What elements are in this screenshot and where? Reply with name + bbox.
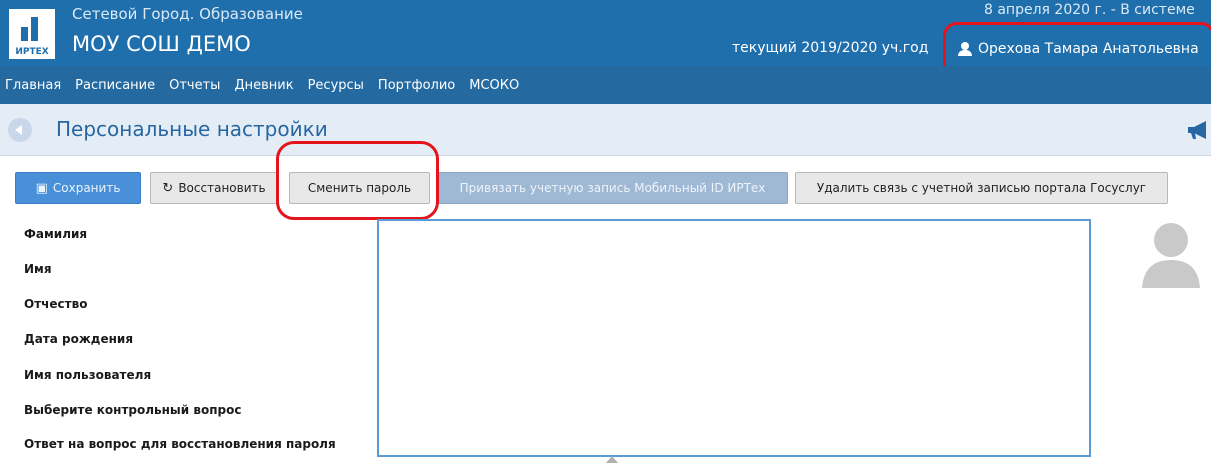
remove-gosuslugi-link-button[interactable]: Удалить связь с учетной записью портала … [795,172,1168,204]
restore-button[interactable]: ↻ Восстановить [150,172,278,204]
megaphone-icon[interactable] [1186,119,1211,141]
label-last-name: Фамилия [24,227,88,241]
page-header: Персональные настройки [0,104,1211,156]
nav-item-schedule[interactable]: Расписание [75,78,155,93]
nav-item-reports[interactable]: Отчеты [169,78,220,93]
link-mobile-id-label: Привязать учетную запись Мобильный ID ИР… [459,181,766,195]
nav-item-home[interactable]: Главная [5,78,61,93]
irtech-logo[interactable]: ИРТЕХ [9,9,55,59]
school-name: МОУ СОШ ДЕМО [72,32,251,56]
label-security-question: Выберите контрольный вопрос [24,403,242,417]
change-password-highlight-annotation [276,141,439,220]
academic-year[interactable]: текущий 2019/2020 уч.год [732,40,928,56]
label-security-answer: Ответ на вопрос для восстановления парол… [24,437,336,451]
logo-bar [21,27,28,41]
nav-item-resources[interactable]: Ресурсы [308,78,364,93]
nav-item-portfolio[interactable]: Портфолио [378,78,455,93]
avatar-placeholder[interactable] [1140,218,1202,288]
main-nav: Главная Расписание Отчеты Дневник Ресурс… [0,66,1211,104]
floppy-disk-icon: ▣ [35,180,48,196]
link-mobile-id-button[interactable]: Привязать учетную запись Мобильный ID ИР… [437,172,788,204]
app-name: Сетевой Город. Образование [72,5,303,23]
top-header: ИРТЕХ Сетевой Город. Образование МОУ СОШ… [0,0,1211,96]
save-button[interactable]: ▣ Сохранить [15,172,141,204]
nav-item-msoko[interactable]: МСОКО [469,78,519,93]
page-title: Персональные настройки [56,117,328,141]
restore-button-label: Восстановить [178,181,266,195]
date-line: 8 апреля 2020 г. - В системе [984,2,1195,18]
back-arrow-icon[interactable] [8,118,32,142]
logo-brand-text: ИРТЕХ [15,47,49,57]
logo-bar [31,17,38,41]
save-button-label: Сохранить [52,181,121,195]
label-patronymic: Отчество [24,297,88,311]
refresh-icon: ↻ [162,180,174,196]
label-birth-date: Дата рождения [24,332,134,346]
label-username: Имя пользователя [24,368,152,382]
personal-data-fields[interactable] [377,219,1091,457]
remove-gosuslugi-label: Удалить связь с учетной записью портала … [816,181,1147,195]
label-first-name: Имя [24,262,52,276]
scroll-marker [606,456,618,463]
nav-item-diary[interactable]: Дневник [234,78,293,93]
